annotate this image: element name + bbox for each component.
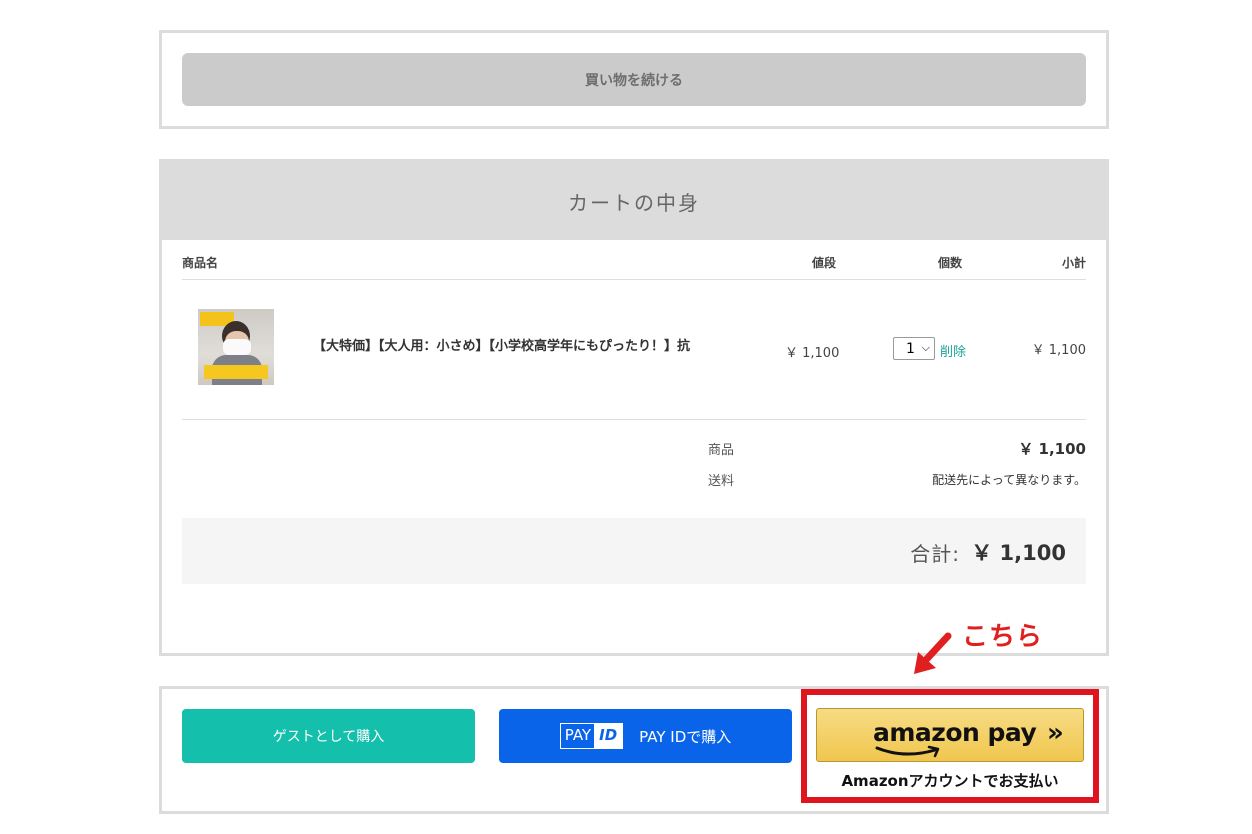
goods-label: 商品 xyxy=(708,443,735,458)
cart-section: カートの中身 商品名 値段 個数 小計 【大特価】【大人用：小さめ】【小学校高学… xyxy=(159,159,1109,656)
payid-logo-right: ID xyxy=(594,724,623,748)
shipping-value: 配送先によって異なります。 xyxy=(932,473,1086,487)
amazon-pay-highlight: amazon pay » Amazonアカウントでお支払い xyxy=(801,689,1099,803)
amazon-smile-icon xyxy=(875,745,940,758)
payid-logo: PAY ID xyxy=(559,723,624,749)
amazon-pay-button[interactable]: amazon pay » xyxy=(816,708,1084,762)
total-label: 合計: xyxy=(910,542,960,566)
amazon-pay-caption: Amazonアカウントでお支払い xyxy=(841,772,1059,790)
delete-link[interactable]: 削除 xyxy=(940,341,966,360)
double-chevron-icon: » xyxy=(1047,718,1064,748)
product-price: ￥ 1,100 xyxy=(785,346,840,361)
total-bar: 合計: ￥ 1,100 xyxy=(182,518,1086,584)
continue-section: 買い物を続ける xyxy=(159,30,1109,129)
divider xyxy=(182,279,1086,280)
header-quantity: 個数 xyxy=(938,256,963,270)
quantity-value: 1 xyxy=(906,340,915,357)
product-thumbnail[interactable] xyxy=(198,309,274,385)
shipping-label: 送料 xyxy=(708,474,735,489)
total-value: ￥ 1,100 xyxy=(971,541,1066,565)
payid-purchase-button[interactable]: PAY ID PAY IDで購入 xyxy=(499,709,792,763)
divider xyxy=(182,419,1086,420)
payid-logo-left: PAY xyxy=(564,726,592,744)
header-price: 値段 xyxy=(812,256,837,270)
cart-title: カートの中身 xyxy=(162,162,1106,240)
chevron-down-icon: ⌵ xyxy=(921,341,930,354)
arrow-icon xyxy=(914,632,952,674)
payid-label: PAY IDで購入 xyxy=(639,727,732,746)
annotation-label: こちら xyxy=(962,622,1044,652)
guest-purchase-button[interactable]: ゲストとして購入 xyxy=(182,709,475,763)
goods-value: ￥ 1,100 xyxy=(1018,440,1086,458)
amazon-pay-logo: amazon pay xyxy=(873,718,1037,747)
product-name-link[interactable]: 【大特価】【大人用：小さめ】【小学校高学年にもぴったり！】抗 xyxy=(313,335,761,354)
product-subtotal: ￥ 1,100 xyxy=(1031,343,1086,358)
continue-shopping-button[interactable]: 買い物を続ける xyxy=(182,53,1086,106)
header-subtotal: 小計 xyxy=(1061,256,1086,270)
quantity-select[interactable]: 1 ⌵ xyxy=(893,337,935,360)
header-product-name: 商品名 xyxy=(182,256,219,270)
